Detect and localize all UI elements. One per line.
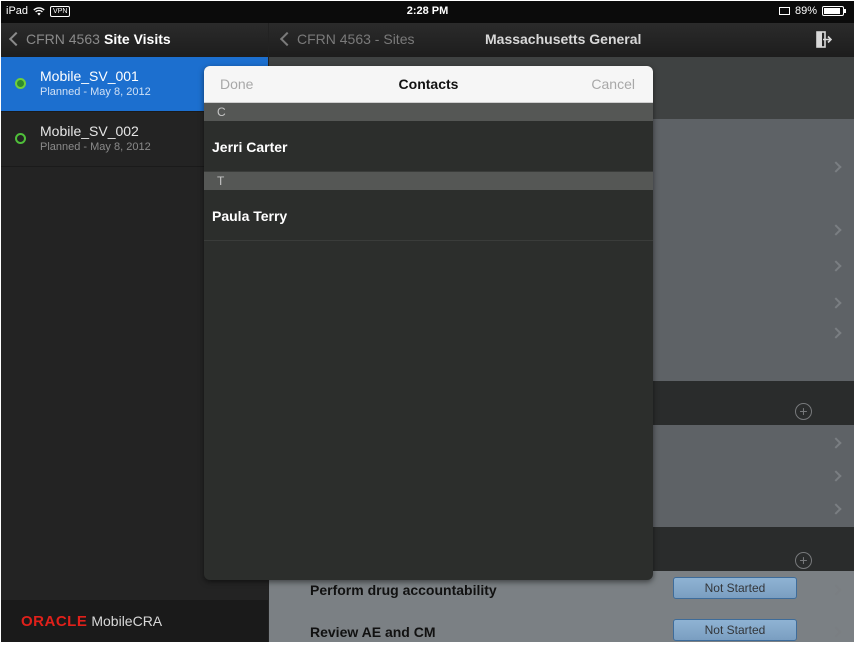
clock: 2:28 PM: [406, 5, 449, 17]
battery-percent: 89%: [794, 5, 817, 17]
master-nav-bar: CFRN 4563 Site Visits: [1, 23, 268, 57]
detail-title: Massachusetts General: [485, 31, 642, 47]
back-label: CFRN 4563: [26, 31, 100, 47]
task-row[interactable]: Review AE and CM Not Started: [269, 613, 854, 642]
status-ring-icon: [15, 133, 26, 144]
popover-header: Done Contacts Cancel: [204, 66, 653, 103]
chevron-right-icon: [830, 584, 842, 596]
status-right: 89%: [778, 5, 846, 17]
back-button-cfrn[interactable]: CFRN 4563: [8, 31, 100, 47]
back-label: CFRN 4563 - Sites: [297, 31, 415, 47]
status-dot-icon: [15, 78, 26, 89]
status-bar: iPad VPN 2:28 PM 89%: [1, 1, 854, 23]
chevron-right-icon[interactable]: [830, 161, 842, 173]
popover-title: Contacts: [398, 76, 459, 92]
chevron-left-icon: [279, 31, 295, 47]
chevron-right-icon[interactable]: [830, 327, 842, 339]
chevron-right-icon[interactable]: [830, 224, 842, 236]
cancel-button[interactable]: Cancel: [591, 76, 635, 92]
task-section: Perform drug accountability Not Started …: [269, 571, 854, 642]
task-label: Review AE and CM: [310, 624, 436, 640]
ipad-screen: iPad VPN 2:28 PM 89% CFRN 4563 Site Visi…: [1, 1, 854, 642]
brand-footer: ORACLE MobileCRA: [1, 600, 268, 642]
contact-row[interactable]: Jerri Carter: [204, 121, 653, 172]
logout-icon[interactable]: [816, 31, 832, 48]
add-icon[interactable]: +: [795, 552, 812, 569]
chevron-left-icon: [8, 31, 24, 47]
chevron-right-icon[interactable]: [830, 470, 842, 482]
airplay-icon: [778, 7, 790, 15]
oracle-logo: ORACLE: [21, 612, 88, 630]
site-visit-date: Planned - May 8, 2012: [40, 141, 151, 153]
site-visit-date: Planned - May 8, 2012: [40, 86, 151, 98]
chevron-right-icon[interactable]: [830, 297, 842, 309]
task-label: Perform drug accountability: [310, 582, 497, 598]
add-icon[interactable]: +: [795, 403, 812, 420]
status-button[interactable]: Not Started: [673, 577, 797, 599]
detail-nav-bar: CFRN 4563 - Sites Massachusetts General: [269, 23, 854, 57]
status-button[interactable]: Not Started: [673, 619, 797, 641]
battery-icon: [822, 6, 846, 16]
chevron-right-icon[interactable]: [830, 260, 842, 272]
chevron-right-icon[interactable]: [830, 437, 842, 449]
product-name: MobileCRA: [91, 613, 163, 629]
section-index-t: T: [204, 172, 653, 190]
chevron-right-icon: [830, 626, 842, 638]
section-index-c: C: [204, 103, 653, 121]
contact-row[interactable]: Paula Terry: [204, 190, 653, 241]
back-button-sites[interactable]: CFRN 4563 - Sites: [279, 31, 414, 47]
contact-name: Jerri Carter: [212, 139, 288, 155]
master-title: Site Visits: [104, 31, 171, 47]
chevron-right-icon[interactable]: [830, 503, 842, 515]
contacts-popover: Done Contacts Cancel C Jerri Carter T Pa…: [204, 66, 653, 580]
site-visit-name: Mobile_SV_001: [40, 68, 139, 84]
site-visit-name: Mobile_SV_002: [40, 123, 139, 139]
contact-name: Paula Terry: [212, 208, 288, 224]
